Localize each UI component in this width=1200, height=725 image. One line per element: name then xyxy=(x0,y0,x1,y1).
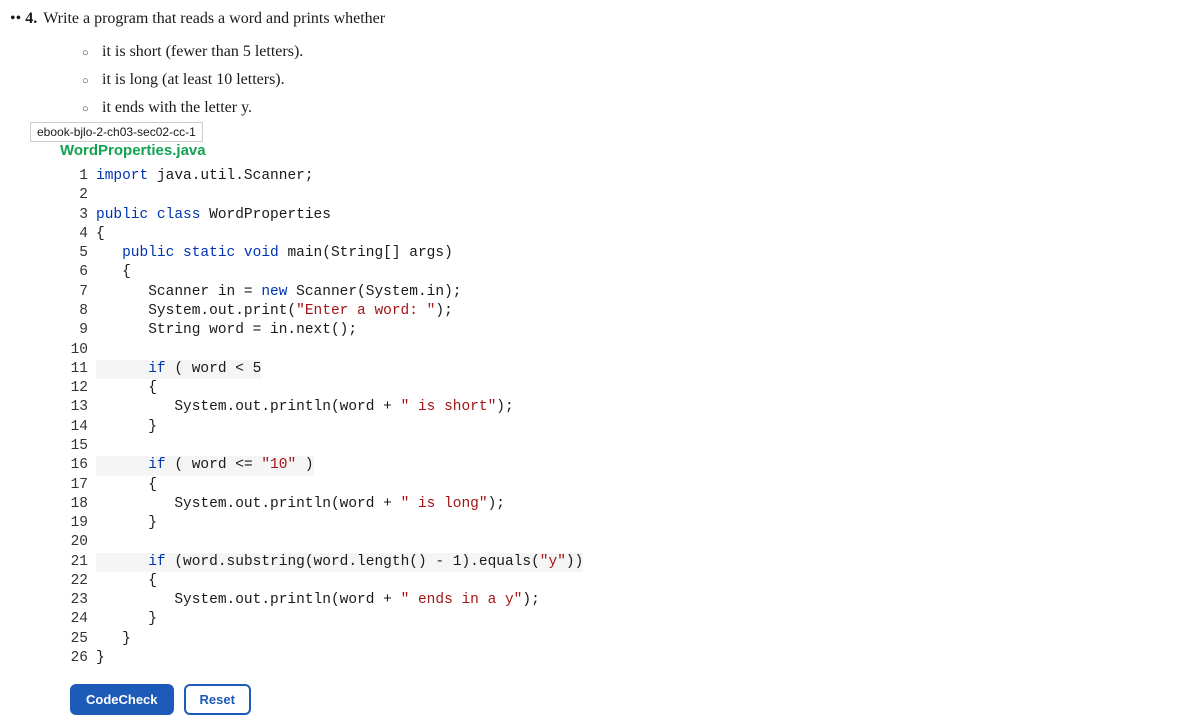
code-line: 20 xyxy=(70,533,1190,552)
code-line: 12 { xyxy=(70,379,1190,398)
list-item: it is long (at least 10 letters). xyxy=(82,68,1190,92)
code-line: 25 } xyxy=(70,630,1190,649)
line-number: 18 xyxy=(70,495,96,514)
line-number: 12 xyxy=(70,379,96,398)
code-content: System.out.println(word + " ends in a y"… xyxy=(96,591,540,610)
code-line: 26} xyxy=(70,649,1190,668)
line-number: 21 xyxy=(70,553,96,572)
line-number: 2 xyxy=(70,186,96,205)
context-id-box: ebook-bjlo-2-ch03-sec02-cc-1 xyxy=(30,122,203,142)
problem-bullet-list: it is short (fewer than 5 letters). it i… xyxy=(82,40,1190,120)
code-content: if ( word < 5 xyxy=(96,360,261,379)
line-number: 24 xyxy=(70,610,96,629)
code-content: { xyxy=(96,572,157,591)
code-line: 7 Scanner in = new Scanner(System.in); xyxy=(70,283,1190,302)
line-number: 6 xyxy=(70,263,96,282)
code-line: 18 System.out.println(word + " is long")… xyxy=(70,495,1190,514)
code-content: { xyxy=(96,225,105,244)
filename-label: WordProperties.java xyxy=(60,142,1190,159)
code-line[interactable]: 16 if ( word <= "10" ) xyxy=(70,456,1190,475)
line-number: 4 xyxy=(70,225,96,244)
code-line: 3public class WordProperties xyxy=(70,206,1190,225)
code-line: 2 xyxy=(70,186,1190,205)
code-block[interactable]: 1import java.util.Scanner;23public class… xyxy=(70,167,1190,668)
problem-bullets: •• xyxy=(10,10,21,28)
code-line: 8 System.out.print("Enter a word: "); xyxy=(70,302,1190,321)
line-number: 19 xyxy=(70,514,96,533)
line-number: 5 xyxy=(70,244,96,263)
line-number: 15 xyxy=(70,437,96,456)
line-number: 16 xyxy=(70,456,96,475)
code-content: } xyxy=(96,610,157,629)
code-content: { xyxy=(96,263,131,282)
code-line: 17 { xyxy=(70,476,1190,495)
code-line: 1import java.util.Scanner; xyxy=(70,167,1190,186)
line-number: 7 xyxy=(70,283,96,302)
line-number: 25 xyxy=(70,630,96,649)
reset-button[interactable]: Reset xyxy=(184,684,251,715)
code-line: 10 xyxy=(70,341,1190,360)
problem-text: Write a program that reads a word and pr… xyxy=(43,10,385,28)
codecheck-button[interactable]: CodeCheck xyxy=(70,684,174,715)
list-item: it is short (fewer than 5 letters). xyxy=(82,40,1190,64)
line-number: 13 xyxy=(70,398,96,417)
line-number: 14 xyxy=(70,418,96,437)
code-line: 22 { xyxy=(70,572,1190,591)
code-content: System.out.print("Enter a word: "); xyxy=(96,302,453,321)
line-number: 26 xyxy=(70,649,96,668)
list-item: it ends with the letter y. xyxy=(82,96,1190,120)
code-content: import java.util.Scanner; xyxy=(96,167,314,186)
code-content: { xyxy=(96,379,157,398)
line-number: 8 xyxy=(70,302,96,321)
line-number: 23 xyxy=(70,591,96,610)
code-line: 24 } xyxy=(70,610,1190,629)
code-content: if (word.substring(word.length() - 1).eq… xyxy=(96,553,583,572)
line-number: 17 xyxy=(70,476,96,495)
code-line: 14 } xyxy=(70,418,1190,437)
code-content: if ( word <= "10" ) xyxy=(96,456,314,475)
code-content: System.out.println(word + " is long"); xyxy=(96,495,505,514)
line-number: 1 xyxy=(70,167,96,186)
problem-number: 4. xyxy=(25,10,37,28)
code-line: 23 System.out.println(word + " ends in a… xyxy=(70,591,1190,610)
line-number: 10 xyxy=(70,341,96,360)
code-content: Scanner in = new Scanner(System.in); xyxy=(96,283,461,302)
code-line: 13 System.out.println(word + " is short"… xyxy=(70,398,1190,417)
code-line: 4{ xyxy=(70,225,1190,244)
code-line: 15 xyxy=(70,437,1190,456)
code-content: } xyxy=(96,514,157,533)
code-line: 9 String word = in.next(); xyxy=(70,321,1190,340)
code-content: public static void main(String[] args) xyxy=(96,244,453,263)
code-line[interactable]: 11 if ( word < 5 xyxy=(70,360,1190,379)
line-number: 9 xyxy=(70,321,96,340)
code-content: } xyxy=(96,418,157,437)
line-number: 20 xyxy=(70,533,96,552)
line-number: 22 xyxy=(70,572,96,591)
code-content: } xyxy=(96,630,131,649)
code-content: public class WordProperties xyxy=(96,206,331,225)
code-content: } xyxy=(96,649,105,668)
code-line: 19 } xyxy=(70,514,1190,533)
code-line: 5 public static void main(String[] args) xyxy=(70,244,1190,263)
code-content: String word = in.next(); xyxy=(96,321,357,340)
code-content: { xyxy=(96,476,157,495)
code-line[interactable]: 21 if (word.substring(word.length() - 1)… xyxy=(70,553,1190,572)
code-content: System.out.println(word + " is short"); xyxy=(96,398,514,417)
line-number: 3 xyxy=(70,206,96,225)
code-line: 6 { xyxy=(70,263,1190,282)
line-number: 11 xyxy=(70,360,96,379)
